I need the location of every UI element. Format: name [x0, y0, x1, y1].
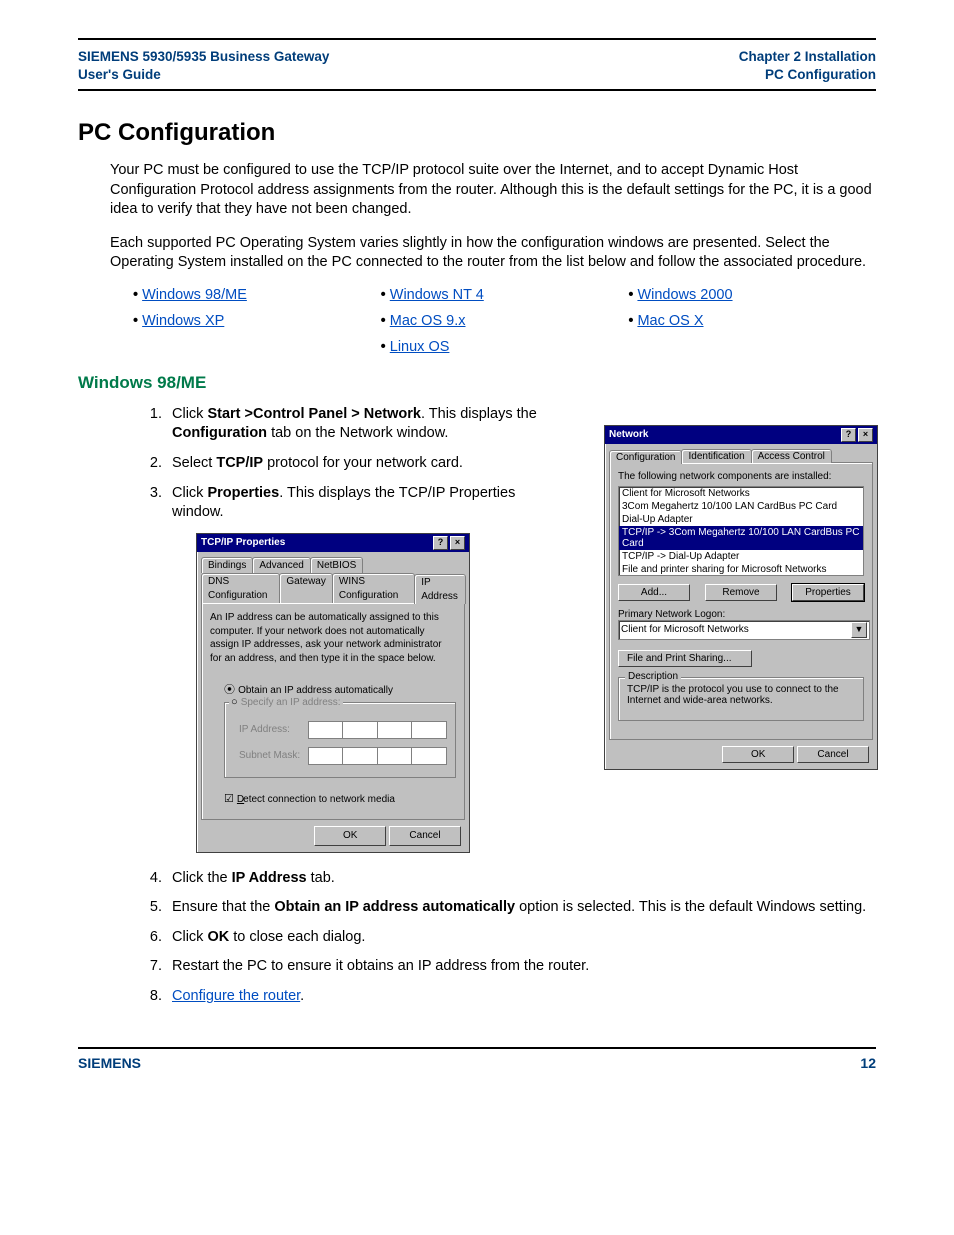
footer-brand: SIEMENS [78, 1055, 141, 1071]
primary-logon-select[interactable]: Client for Microsoft Networks ▼ [618, 620, 870, 640]
step-2: Select TCP/IP protocol for your network … [166, 454, 544, 474]
tcpip-title: TCP/IP Properties [201, 536, 285, 550]
help-icon[interactable]: ? [433, 536, 448, 550]
tcpip-ok-button[interactable]: OK [314, 826, 386, 846]
lbl-mask: Subnet Mask: [239, 749, 308, 763]
file-print-sharing-button[interactable]: File and Print Sharing... [618, 650, 752, 667]
step-4: Click the IP Address tab. [166, 869, 876, 889]
footer-page: 12 [860, 1055, 876, 1071]
network-title: Network [609, 429, 648, 440]
desc-text: TCP/IP is the protocol you use to connec… [627, 684, 855, 712]
input-ip[interactable] [308, 721, 447, 739]
tcpip-intro: An IP address can be automatically assig… [210, 611, 456, 665]
network-titlebar: Network ? × [605, 426, 877, 444]
step-6: Click OK to close each dialog. [166, 928, 876, 948]
intro-para-1: Your PC must be configured to use the TC… [78, 161, 876, 220]
os-link-grid: Windows 98/ME Windows NT 4 Windows 2000 … [133, 287, 876, 355]
add-button[interactable]: Add... [618, 584, 690, 601]
network-dialog: Network ? × Configuration Identification… [604, 425, 878, 770]
tcpip-titlebar: TCP/IP Properties ? × [197, 534, 469, 552]
tab-config[interactable]: Configuration [609, 450, 682, 464]
header-section: PC Configuration [739, 66, 876, 84]
remove-button[interactable]: Remove [705, 584, 777, 601]
primary-logon-label: Primary Network Logon: [618, 609, 864, 620]
help-icon[interactable]: ? [841, 428, 856, 442]
list-item[interactable]: Client for Microsoft Networks [619, 487, 863, 500]
list-item[interactable]: TCP/IP -> Dial-Up Adapter [619, 550, 863, 563]
tab-gateway[interactable]: Gateway [279, 573, 332, 603]
properties-button[interactable]: Properties [792, 584, 864, 601]
sub-heading-win98: Windows 98/ME [78, 373, 876, 393]
desc-legend: Description [625, 671, 681, 682]
close-icon[interactable]: × [858, 428, 873, 442]
link-macos9[interactable]: Mac OS 9.x [390, 313, 466, 329]
link-linux[interactable]: Linux OS [390, 339, 450, 355]
lbl-ip: IP Address: [239, 723, 308, 737]
input-mask[interactable] [308, 747, 447, 765]
step-7: Restart the PC to ensure it obtains an I… [166, 957, 876, 977]
link-win2000[interactable]: Windows 2000 [637, 287, 732, 303]
network-components-list[interactable]: Client for Microsoft Networks 3Com Megah… [618, 486, 864, 576]
tcpip-properties-dialog: TCP/IP Properties ? × Bindings Advanced … [196, 533, 470, 853]
list-item[interactable]: File and printer sharing for Microsoft N… [619, 563, 863, 576]
close-icon[interactable]: × [450, 536, 465, 550]
tab-access[interactable]: Access Control [751, 449, 832, 463]
tab-bindings[interactable]: Bindings [201, 557, 253, 574]
intro-para-2: Each supported PC Operating System varie… [78, 234, 876, 273]
link-configure-router[interactable]: Configure the router [172, 988, 300, 1004]
tab-advanced[interactable]: Advanced [252, 557, 310, 574]
tab-netbios[interactable]: NetBIOS [310, 557, 363, 574]
network-cancel-button[interactable]: Cancel [797, 746, 869, 763]
network-ok-button[interactable]: OK [722, 746, 794, 763]
chevron-down-icon: ▼ [851, 622, 867, 638]
header-guide: User's Guide [78, 66, 329, 84]
link-win98[interactable]: Windows 98/ME [142, 287, 247, 303]
step-3: Click Properties. This displays the TCP/… [166, 484, 544, 853]
step-1: Click Start >Control Panel > Network. Th… [166, 405, 544, 444]
doc-header: SIEMENS 5930/5935 Business Gateway User'… [78, 40, 876, 91]
steps-list-cont: Click the IP Address tab. Ensure that th… [142, 869, 876, 1007]
check-detect[interactable]: Detect connection to network media [224, 792, 456, 807]
link-winnt4[interactable]: Windows NT 4 [390, 287, 484, 303]
list-item[interactable]: 3Com Megahertz 10/100 LAN CardBus PC Car… [619, 500, 863, 513]
tab-ident[interactable]: Identification [681, 449, 751, 463]
step-8: Configure the router. [166, 987, 876, 1007]
radio-specify[interactable]: Specify an IP address: [229, 695, 343, 710]
tab-dns[interactable]: DNS Configuration [201, 573, 280, 603]
tcpip-cancel-button[interactable]: Cancel [389, 826, 461, 846]
network-intro: The following network components are ins… [618, 471, 864, 482]
tab-ipaddress[interactable]: IP Address [414, 574, 466, 604]
step-5: Ensure that the Obtain an IP address aut… [166, 898, 876, 918]
link-macosx[interactable]: Mac OS X [637, 313, 703, 329]
link-winxp[interactable]: Windows XP [142, 313, 224, 329]
list-item-selected[interactable]: TCP/IP -> 3Com Megahertz 10/100 LAN Card… [619, 526, 863, 550]
steps-list: Click Start >Control Panel > Network. Th… [142, 405, 544, 853]
list-item[interactable]: Dial-Up Adapter [619, 513, 863, 526]
header-product: SIEMENS 5930/5935 Business Gateway [78, 48, 329, 66]
page-title: PC Configuration [78, 119, 876, 147]
tab-wins[interactable]: WINS Configuration [332, 573, 415, 603]
header-chapter: Chapter 2 Installation [739, 48, 876, 66]
doc-footer: SIEMENS 12 [78, 1047, 876, 1071]
